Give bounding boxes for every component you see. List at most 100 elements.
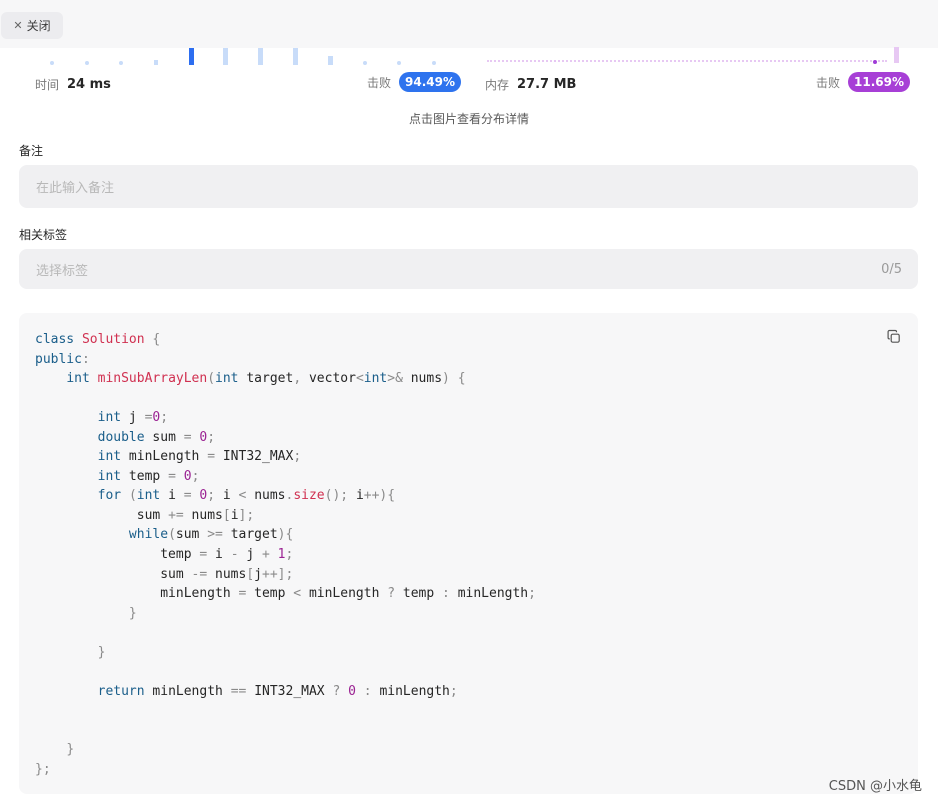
code-token: sum bbox=[144, 429, 184, 445]
code-token: < bbox=[238, 488, 255, 504]
code-token: >= bbox=[207, 527, 231, 543]
code-token: i bbox=[222, 488, 239, 504]
memory-distribution-line[interactable] bbox=[487, 60, 887, 62]
code-block: class Solution {public: int minSubArrayL… bbox=[19, 313, 918, 794]
code-token: = bbox=[199, 547, 216, 563]
dist-bar bbox=[119, 61, 123, 65]
code-line: int temp = 0; bbox=[35, 467, 536, 487]
code-token: j bbox=[254, 566, 262, 582]
memory-dist-bar-current bbox=[873, 60, 877, 64]
dist-bar bbox=[432, 61, 436, 65]
code-token: for bbox=[97, 488, 129, 504]
code-token: } bbox=[128, 605, 137, 621]
runtime-value: 24 ms bbox=[67, 76, 111, 92]
dist-bar bbox=[397, 61, 401, 65]
memory-label: 内存 bbox=[485, 77, 510, 92]
notes-input[interactable]: 在此输入备注 bbox=[19, 165, 918, 208]
code-token: + bbox=[262, 547, 278, 563]
code-token: public bbox=[35, 351, 82, 367]
code-token: ++]; bbox=[262, 566, 294, 582]
code-token: int bbox=[97, 410, 122, 426]
code-token: 0 bbox=[183, 468, 192, 484]
code-token: , bbox=[293, 371, 309, 387]
code-token: i bbox=[355, 488, 364, 504]
close-icon: ✕ bbox=[13, 19, 23, 32]
code-line: public: bbox=[35, 350, 536, 370]
code-token: minLength bbox=[379, 683, 450, 699]
code-token: ; bbox=[285, 547, 294, 563]
close-label: 关闭 bbox=[26, 19, 51, 33]
code-token: = bbox=[168, 468, 184, 484]
code-line: while(sum >= target){ bbox=[35, 525, 536, 545]
close-button[interactable]: ✕ 关闭 bbox=[1, 12, 63, 39]
code-token: target bbox=[238, 371, 294, 387]
code-token: ( bbox=[168, 527, 176, 543]
runtime-stat: 时间 24 ms bbox=[35, 74, 111, 94]
code-token: ? bbox=[332, 683, 349, 699]
dist-bar bbox=[293, 48, 298, 65]
runtime-beat-badge: 94.49% bbox=[399, 72, 461, 92]
code-token: }; bbox=[35, 762, 51, 778]
code-token: int bbox=[363, 371, 388, 387]
memory-value: 27.7 MB bbox=[517, 76, 577, 92]
code-token: ( bbox=[207, 371, 216, 387]
code-line: } bbox=[35, 740, 536, 760]
code-token: ; bbox=[207, 429, 216, 445]
code-token: : bbox=[81, 351, 90, 367]
watermark: CSDN @小水龟 bbox=[828, 779, 922, 794]
code-token: minLength bbox=[121, 449, 208, 465]
code-line: double sum = 0; bbox=[35, 428, 536, 448]
code-token: = bbox=[183, 429, 200, 445]
notes-placeholder: 在此输入备注 bbox=[36, 181, 115, 196]
code-token: temp bbox=[402, 586, 443, 602]
code-token: int bbox=[215, 371, 239, 387]
code-token: int bbox=[97, 468, 122, 484]
tags-select[interactable]: 选择标签 0/5 bbox=[19, 249, 918, 289]
code-token: nums bbox=[402, 371, 443, 387]
code-token: target bbox=[230, 527, 278, 543]
code-line: int minLength = INT32_MAX; bbox=[35, 447, 536, 467]
code-token: < bbox=[355, 371, 364, 387]
tags-placeholder: 选择标签 bbox=[36, 263, 89, 279]
code-line: temp = i - j + 1; bbox=[35, 545, 536, 565]
distribution-detail-link[interactable]: 点击图片查看分布详情 bbox=[0, 110, 938, 127]
dist-bar bbox=[328, 56, 333, 65]
code-token: ]; bbox=[238, 507, 255, 523]
memory-stat: 内存 27.7 MB bbox=[485, 74, 576, 94]
code-token: ; bbox=[449, 683, 458, 699]
code-token: return bbox=[97, 683, 153, 699]
code-line: minLength = temp < minLength ? temp : mi… bbox=[35, 584, 536, 604]
dist-bar bbox=[154, 60, 158, 65]
code-line: } bbox=[35, 604, 536, 624]
copy-icon[interactable] bbox=[886, 329, 902, 345]
code-token: INT32_MAX bbox=[254, 683, 333, 699]
code-token: minLength bbox=[35, 586, 239, 602]
code-line: for (int i = 0; i < nums.size(); i++){ bbox=[35, 486, 536, 506]
memory-dist-bar bbox=[894, 47, 899, 63]
code-line: return minLength == INT32_MAX ? 0 : minL… bbox=[35, 682, 536, 702]
code-token: - bbox=[230, 547, 247, 563]
code-token: int bbox=[136, 488, 161, 504]
code-token: { bbox=[144, 332, 161, 347]
dist-bar bbox=[50, 61, 54, 65]
code-token: minSubArrayLen bbox=[97, 371, 208, 387]
memory-beat-badge: 11.69% bbox=[848, 72, 910, 92]
distribution-chart[interactable] bbox=[0, 47, 938, 65]
code-token: i bbox=[160, 488, 184, 504]
code-token: ){ bbox=[277, 527, 294, 543]
code-line: }; bbox=[35, 760, 536, 780]
code-token: (); bbox=[324, 488, 356, 504]
code-token: ; bbox=[191, 468, 200, 484]
code-line: class Solution { bbox=[35, 330, 536, 350]
code-token: nums bbox=[215, 566, 247, 582]
code-token: += bbox=[168, 507, 192, 523]
code-token: sum bbox=[35, 566, 192, 582]
